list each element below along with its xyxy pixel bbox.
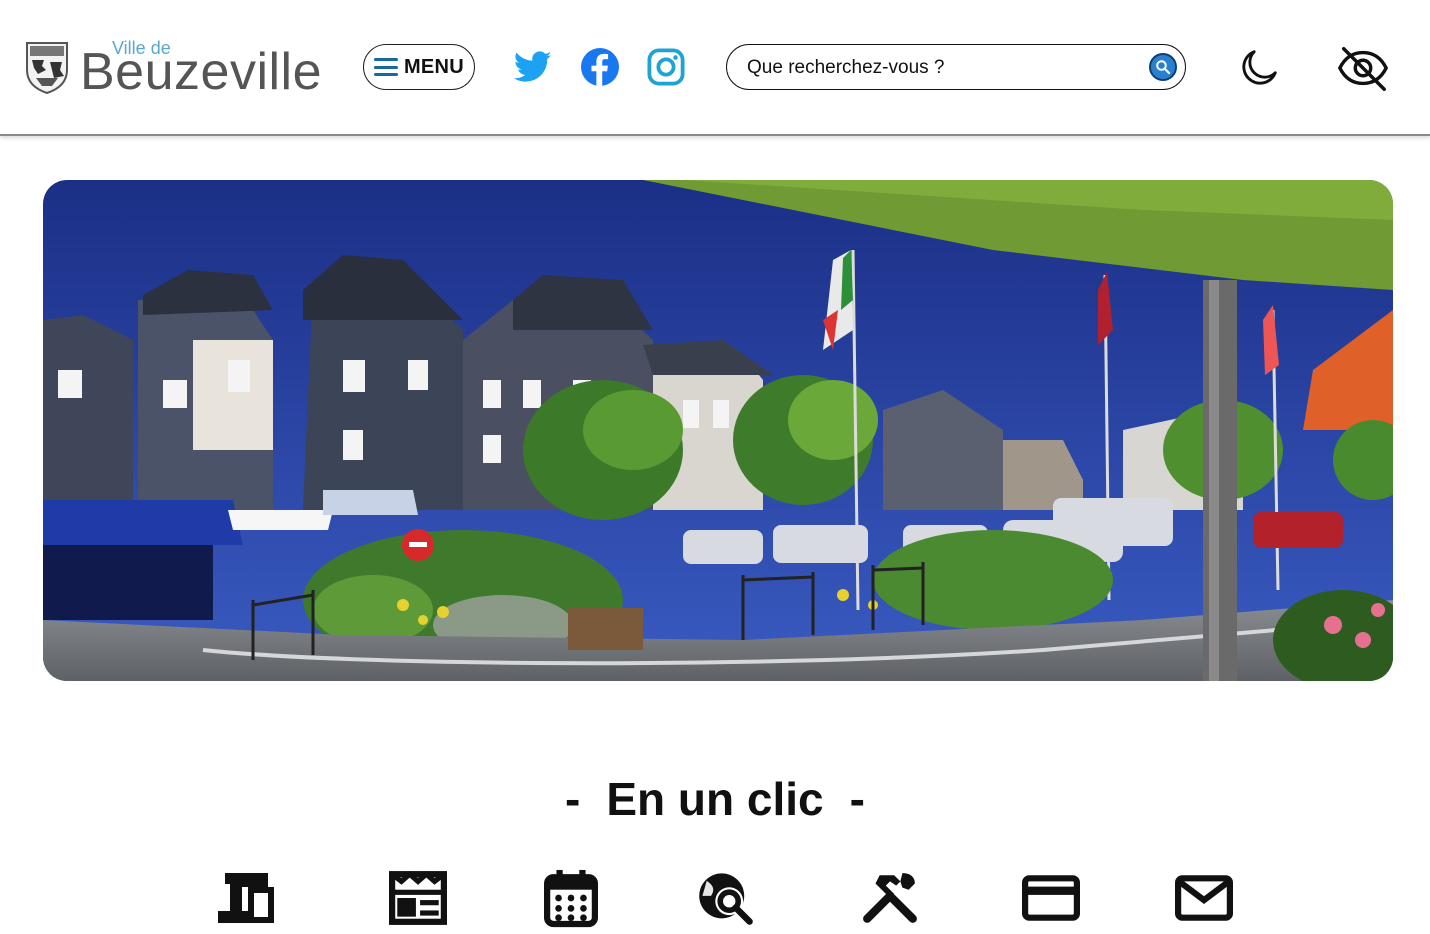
search-input[interactable] — [747, 55, 1127, 81]
tools-icon — [863, 873, 917, 923]
instagram-link[interactable] — [646, 46, 686, 88]
logo-name: Beuzeville — [80, 43, 323, 101]
logo-wordmark: Ville de Beuzeville — [80, 36, 325, 101]
mail-icon — [1175, 875, 1233, 921]
credit-card-icon — [1022, 875, 1080, 921]
calendar-icon — [544, 869, 598, 928]
quick-link-payment[interactable] — [1019, 866, 1083, 930]
quick-link-contact[interactable] — [1172, 866, 1236, 930]
section-title: - En un clic - — [0, 772, 1430, 826]
search-button[interactable] — [1149, 53, 1177, 81]
newspaper-icon — [389, 871, 447, 925]
search-bar — [726, 44, 1186, 90]
title-dash-left: - — [565, 773, 581, 825]
moon-icon — [1242, 50, 1277, 85]
twitter-link[interactable] — [513, 46, 553, 88]
site-logo[interactable]: Ville de Beuzeville — [24, 36, 325, 101]
coat-of-arms-icon — [26, 42, 68, 94]
dark-mode-toggle[interactable] — [1231, 40, 1287, 96]
quick-link-calendar[interactable] — [539, 866, 603, 930]
quick-link-explore[interactable] — [694, 866, 758, 930]
quick-link-devices[interactable] — [215, 866, 279, 930]
quick-link-news[interactable] — [386, 866, 450, 930]
menu-button[interactable]: MENU — [363, 44, 475, 90]
instagram-icon — [647, 48, 685, 86]
facebook-link[interactable] — [580, 46, 620, 88]
section-title-text: En un clic — [606, 773, 824, 825]
title-dash-right: - — [849, 773, 865, 825]
facebook-icon — [581, 48, 619, 86]
quick-link-services[interactable] — [858, 866, 922, 930]
menu-label: MENU — [403, 55, 465, 78]
town-square-photo — [43, 180, 1393, 681]
travel-explore-icon — [699, 873, 753, 925]
devices-icon — [218, 873, 274, 923]
hero-image — [43, 180, 1393, 681]
site-header: Ville de Beuzeville MENU — [0, 0, 1430, 136]
search-icon — [1156, 60, 1171, 75]
twitter-icon — [514, 51, 552, 82]
accessibility-toggle[interactable] — [1335, 40, 1391, 96]
eye-slash-icon — [1337, 46, 1389, 91]
hamburger-icon — [373, 58, 398, 76]
